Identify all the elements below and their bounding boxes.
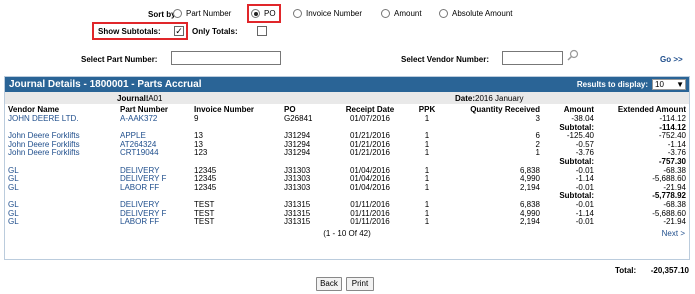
- table-cell[interactable]: LABOR FF: [117, 183, 191, 193]
- column-header[interactable]: Quantity Received: [449, 104, 543, 115]
- table-cell: G26841: [284, 114, 313, 123]
- table-cell: 12345: [194, 182, 217, 192]
- sort-option-label: Part Number: [186, 9, 232, 18]
- table-cell: 2: [535, 139, 540, 149]
- table-cell: 13: [194, 131, 203, 141]
- show-subtotals-label: Show Subtotals:: [98, 27, 161, 36]
- print-button[interactable]: Print: [346, 277, 374, 291]
- table-cell[interactable]: GL: [5, 166, 117, 176]
- table-cell[interactable]: LABOR FF: [117, 218, 191, 227]
- radio-absolute-amount[interactable]: [439, 9, 448, 18]
- journal-info-bar: Journal: IA01 Date: 2016 January: [5, 92, 689, 104]
- table-cell: TEST: [194, 217, 215, 227]
- table-cell[interactable]: GL: [5, 209, 117, 219]
- results-select-value: 10: [655, 80, 664, 89]
- table-cell: 1: [424, 182, 430, 192]
- radio-part-number[interactable]: [173, 9, 182, 18]
- table-cell: 1: [424, 217, 430, 227]
- journal-table: Vendor Name Part Number Invoice Number P…: [5, 104, 689, 227]
- journal-details-panel: Journal Details - 1800001 - Parts Accrua…: [4, 76, 690, 260]
- table-cell[interactable]: GL: [5, 175, 117, 184]
- results-select[interactable]: 10 ▼: [652, 79, 686, 90]
- table-cell: 2,194: [519, 217, 540, 227]
- table-cell[interactable]: GL: [5, 218, 117, 227]
- search-icon[interactable]: [567, 49, 579, 63]
- table-cell: J31303: [284, 182, 311, 192]
- sort-option-po[interactable]: PO: [251, 9, 276, 18]
- only-totals-checkbox[interactable]: [257, 26, 268, 36]
- table-cell: 1: [424, 114, 430, 123]
- table-cell: 01/11/2016: [350, 217, 390, 227]
- table-cell[interactable]: CRT19044: [117, 149, 191, 158]
- total-value: -20,357.10: [650, 266, 689, 275]
- sort-option-part-number[interactable]: Part Number: [173, 9, 231, 18]
- column-header[interactable]: Invoice Number: [191, 104, 281, 115]
- chevron-down-icon: ▼: [676, 80, 684, 89]
- table-cell[interactable]: GL: [5, 183, 117, 193]
- table-cell: 3: [535, 114, 540, 123]
- panel-header: Journal Details - 1800001 - Parts Accrua…: [5, 77, 689, 92]
- show-subtotals-checkbox[interactable]: ✓: [174, 26, 184, 36]
- next-page-link[interactable]: Next >: [662, 229, 685, 238]
- table-cell: J31294: [284, 148, 311, 158]
- go-link[interactable]: Go >>: [660, 55, 683, 64]
- sort-option-invoice-number[interactable]: Invoice Number: [293, 9, 362, 18]
- total-label: Total:: [615, 266, 637, 275]
- results-to-display-label: Results to display:: [576, 80, 648, 89]
- table-cell: J31315: [284, 217, 311, 227]
- sort-option-label: Amount: [394, 9, 422, 18]
- subtotal-spacer: [5, 158, 543, 167]
- sort-option-absolute-amount[interactable]: Absolute Amount: [439, 9, 512, 18]
- vendor-number-input[interactable]: [502, 51, 563, 65]
- panel-title: Journal Details - 1800001 - Parts Accrua…: [9, 79, 202, 90]
- table-cell: 01/21/2016: [349, 148, 391, 158]
- table-cell: 123: [194, 148, 208, 158]
- part-number-input[interactable]: [171, 51, 281, 65]
- sort-option-label: Invoice Number: [306, 9, 363, 18]
- radio-invoice-number[interactable]: [293, 9, 302, 18]
- pager-range: (1 - 10 Of 42): [323, 228, 371, 238]
- select-vendor-number-label: Select Vendor Number:: [401, 55, 490, 64]
- sort-option-amount[interactable]: Amount: [381, 9, 422, 18]
- table-cell: 1: [424, 148, 430, 158]
- table-cell: -21.94: [663, 217, 686, 227]
- table-cell[interactable]: JOHN DEERE LTD.: [5, 114, 117, 124]
- journal-label: Journal:: [117, 94, 149, 103]
- sort-option-label: PO: [264, 9, 276, 18]
- radio-amount[interactable]: [381, 9, 390, 18]
- table-cell: -0.01: [575, 217, 594, 227]
- table-cell[interactable]: A-AAK372: [117, 114, 191, 124]
- table-cell[interactable]: John Deere Forklifts: [5, 149, 117, 158]
- sort-option-label: Absolute Amount: [452, 9, 513, 18]
- back-button[interactable]: Back: [316, 277, 342, 291]
- date-value: 2016 January: [475, 94, 524, 103]
- table-cell: 1: [535, 148, 540, 158]
- subtotal-spacer: [5, 124, 543, 133]
- only-totals-label: Only Totals:: [192, 27, 238, 36]
- date-label: Date:: [455, 94, 476, 103]
- table-cell: 9: [194, 114, 199, 123]
- table-cell: 6: [535, 131, 540, 141]
- table-cell: 01/07/2016: [349, 114, 391, 123]
- journal-value: IA01: [146, 94, 163, 103]
- table-cell: 2,194: [519, 182, 540, 192]
- table-cell: 01/04/2016: [349, 182, 391, 192]
- subtotal-spacer: [5, 192, 543, 201]
- select-part-number-label: Select Part Number:: [81, 55, 158, 64]
- table-cell[interactable]: GL: [5, 200, 117, 210]
- radio-po[interactable]: [251, 9, 260, 18]
- pager: (1 - 10 Of 42) Next >: [5, 227, 689, 239]
- table-row: GL LABOR FF TEST J31315 01/11/2016 1 2,194 -0.0…: [5, 218, 689, 227]
